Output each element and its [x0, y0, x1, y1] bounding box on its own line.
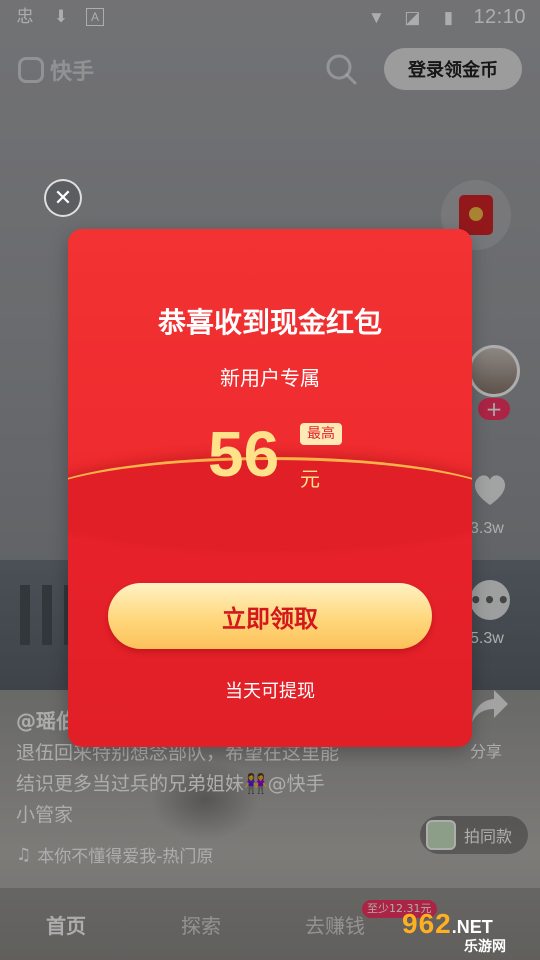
amount-unit: 元 — [300, 467, 320, 491]
withdraw-note: 当天可提现 — [225, 681, 315, 702]
max-badge: 最高 — [300, 423, 342, 445]
watermark-suffix: .NET — [451, 917, 493, 937]
modal-title: 恭喜收到现金红包 — [157, 306, 382, 339]
watermark-number: 962 — [402, 908, 452, 939]
modal-subtitle: 新用户专属 — [220, 366, 320, 390]
claim-now-button[interactable]: 立即领取 — [108, 583, 432, 649]
watermark-text: 乐游网 — [464, 938, 506, 954]
cash-amount: 56 — [208, 418, 280, 490]
red-packet-modal: 恭喜收到现金红包 新用户专属 56 最高 元 立即领取 当天可提现 — [68, 229, 472, 747]
close-icon[interactable]: ✕ — [44, 179, 82, 217]
site-watermark: 962.NET 乐游网 — [402, 908, 538, 956]
